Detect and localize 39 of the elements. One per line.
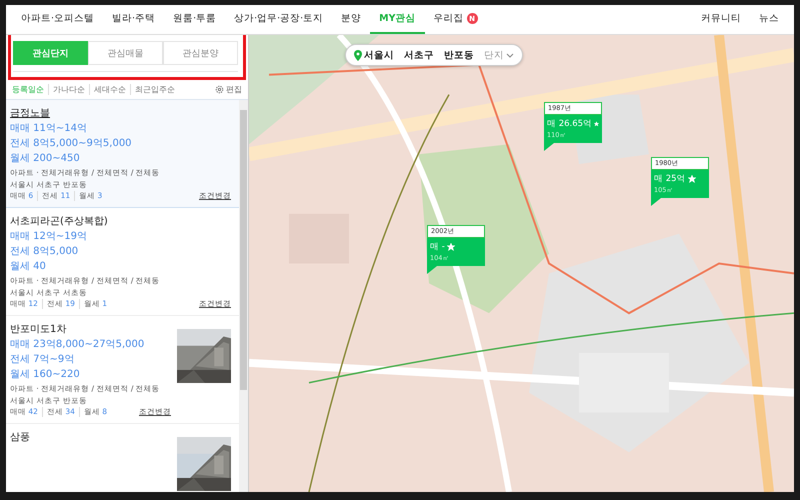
marker-price: 매 26.65억 (547, 118, 592, 130)
listing-name[interactable]: 서초피라곤(주상복합) (10, 215, 108, 229)
marker-price: 매 - (430, 241, 445, 253)
marker-pointer (544, 143, 554, 151)
listing-name[interactable]: 금정노블 (10, 107, 50, 121)
sort-option[interactable]: 가나다순 (48, 84, 89, 95)
pin-icon (354, 50, 362, 60)
breadcrumb-item[interactable]: 서울시 (354, 48, 394, 62)
price-range: 매매 11억~14억 (10, 122, 88, 136)
nav-tab[interactable]: 빌라·주택 (103, 5, 164, 34)
edit-button[interactable]: 편집 (215, 84, 242, 95)
nav-link[interactable]: 커뮤니티 (692, 5, 750, 34)
chevron-down-icon (506, 52, 514, 58)
scrollbar[interactable] (239, 100, 248, 492)
marker-price: 매 25억 (654, 173, 686, 185)
sort-option[interactable]: 최근입주순 (130, 84, 179, 95)
price-range: 월세 40 (10, 260, 46, 274)
nav-tab[interactable]: 상가·업무·공장·토지 (225, 5, 332, 34)
breadcrumb-item[interactable]: 반포동 (444, 48, 474, 62)
price-range: 매매 23억8,000~27억5,000 (10, 338, 144, 352)
price-range: 전세 8억5,000~9억5,000 (10, 137, 132, 151)
breadcrumb-item[interactable]: 서초구 (404, 48, 434, 62)
nav-tab[interactable]: 아파트·오피스텔 (12, 5, 104, 34)
marker-pointer (427, 266, 437, 274)
nav-link[interactable]: 뉴스 (750, 5, 788, 34)
price-range: 전세 8억5,000 (10, 245, 78, 259)
listing-name[interactable]: 반포미도1차 (10, 323, 66, 337)
nav-tab[interactable]: 원룸·투룸 (164, 5, 226, 34)
gear-icon (215, 85, 224, 94)
price-range: 전세 7억~9억 (10, 353, 74, 367)
price-range: 매매 12억~19억 (10, 230, 88, 244)
marker-pointer (651, 198, 661, 206)
nav-tab[interactable]: 분양 (332, 5, 370, 34)
price-range: 월세 200~450 (10, 152, 80, 166)
sort-option[interactable]: 세대수순 (89, 84, 130, 95)
tab[interactable]: 관심분양 (163, 41, 238, 65)
price-range: 월세 160~220 (10, 368, 80, 382)
tab[interactable]: 관심매물 (88, 41, 163, 65)
listing-name[interactable]: 삼풍 (10, 431, 30, 445)
